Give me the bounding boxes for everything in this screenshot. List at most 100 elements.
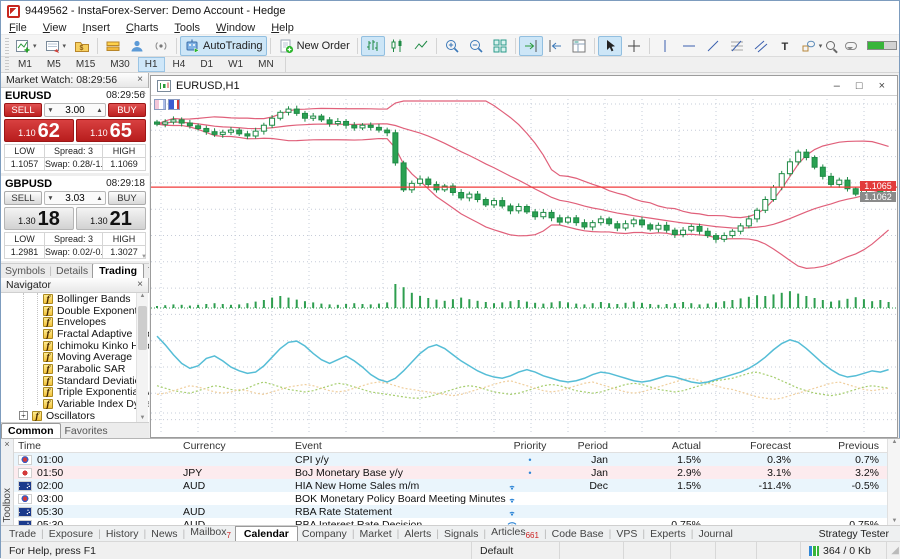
cursor-button[interactable] [598, 36, 622, 56]
tab-calendar[interactable]: Calendar [235, 526, 298, 542]
candles-chart-button[interactable] [385, 36, 409, 56]
text-button[interactable]: T [773, 36, 797, 56]
trendline-button[interactable] [701, 36, 725, 56]
spin-down-icon[interactable]: ▼ [45, 107, 56, 114]
calendar-row[interactable]: 01:50JPYBoJ Monetary Base y/y•Jan2.9%3.1… [14, 466, 887, 479]
tab-company[interactable]: Company [298, 528, 351, 540]
data-window-button[interactable] [567, 36, 591, 56]
zoom-out-button[interactable] [464, 36, 488, 56]
calendar-row[interactable]: 03:00BOK Monetary Policy Board Meeting M… [14, 492, 887, 505]
quick-trade-icon[interactable] [154, 99, 166, 110]
vertical-line-button[interactable] [653, 36, 677, 56]
chart-shift-button[interactable] [543, 36, 567, 56]
timeframe-grip[interactable] [5, 57, 9, 73]
autotrading-button[interactable]: AutoTrading [180, 36, 267, 56]
timeframe-m15[interactable]: M15 [69, 57, 102, 72]
market-money-button[interactable]: $ [70, 36, 94, 56]
scroll-thumb[interactable] [138, 306, 147, 350]
menu-item-charts[interactable]: Charts [118, 22, 166, 34]
timeframe-m1[interactable]: M1 [11, 57, 39, 72]
ask-price[interactable]: 1.1065 [76, 119, 146, 142]
deposit-button[interactable] [101, 36, 125, 56]
spin-up-icon[interactable]: ▲ [94, 195, 105, 202]
tab-journal[interactable]: Journal [694, 528, 736, 540]
calendar-row[interactable]: 05:30AUDRBA Rate Statement [14, 505, 887, 518]
timeframe-mn[interactable]: MN [251, 57, 281, 72]
spin-up-icon[interactable]: ▲ [94, 107, 105, 114]
timeframe-m5[interactable]: M5 [40, 57, 68, 72]
tab-exposure[interactable]: Exposure [45, 528, 97, 540]
tab-articles[interactable]: Articles661 [487, 526, 543, 540]
market-depth-icon[interactable] [168, 99, 180, 110]
minimize-icon[interactable]: – [834, 80, 840, 92]
tab-common[interactable]: Common [1, 423, 61, 438]
close-icon[interactable]: × [137, 280, 143, 290]
profiles-button[interactable]: ▾ [41, 36, 71, 56]
close-icon[interactable]: × [137, 75, 143, 85]
community-button[interactable] [125, 36, 149, 56]
menu-item-view[interactable]: View [35, 22, 75, 34]
calendar-scrollbar[interactable]: ▲ ▼ [887, 439, 900, 525]
chart-area[interactable]: 1.1065 1.1062 [151, 97, 897, 437]
close-icon[interactable]: × [1, 439, 13, 450]
tab-mailbox[interactable]: Mailbox7 [186, 526, 235, 540]
volume-stepper[interactable]: ▼3.00▲ [44, 103, 106, 117]
toolbox-vertical-label[interactable]: Toolbox [2, 488, 13, 522]
menu-item-window[interactable]: Window [208, 22, 263, 34]
volume-stepper[interactable]: ▼3.03▲ [44, 191, 106, 205]
crosshair-button[interactable] [622, 36, 646, 56]
toolbar-grip[interactable] [5, 38, 9, 54]
new-chart-button[interactable]: ▾ [11, 36, 41, 56]
calendar-row[interactable]: 02:00AUDHIA New Home Sales m/mDec1.5%-11… [14, 479, 887, 492]
tab-trading[interactable]: Trading [92, 263, 144, 278]
close-icon[interactable]: × [879, 80, 885, 92]
timeframe-h4[interactable]: H4 [166, 57, 193, 72]
menu-item-help[interactable]: Help [263, 22, 302, 34]
new-order-button[interactable]: New Order [274, 36, 354, 56]
bid-price[interactable]: 1.1062 [4, 119, 74, 142]
chat-icon[interactable] [845, 42, 857, 50]
chart-window-titlebar[interactable]: EURUSD,H1 – □ × [151, 76, 897, 96]
tab-alerts[interactable]: Alerts [400, 528, 435, 540]
navigator-scrollbar[interactable]: ▲ ▼ [136, 293, 148, 422]
spin-down-icon[interactable]: ▼ [45, 195, 56, 202]
scroll-up-icon[interactable]: ▲ [141, 90, 147, 96]
buy-button[interactable]: BUY [108, 103, 146, 117]
price-chart[interactable] [151, 97, 897, 437]
horizontal-line-button[interactable] [677, 36, 701, 56]
calendar-row[interactable]: 05:30AUDRBA Interest Rate Decision0.75%0… [14, 518, 887, 525]
equidistant-channel-button[interactable] [749, 36, 773, 56]
fibonacci-button[interactable] [725, 36, 749, 56]
tab-code-base[interactable]: Code Base [548, 528, 608, 540]
status-profile[interactable]: Default [472, 542, 560, 559]
tab-details[interactable]: Details [52, 264, 92, 278]
shapes-button[interactable]: ▾ [797, 36, 827, 56]
timeframe-m30[interactable]: M30 [103, 57, 136, 72]
timeframe-w1[interactable]: W1 [221, 57, 250, 72]
line-chart-button[interactable] [409, 36, 433, 56]
broadcast-button[interactable] [149, 36, 173, 56]
menu-item-insert[interactable]: Insert [74, 22, 118, 34]
auto-scroll-button[interactable] [519, 36, 543, 56]
scroll-down-icon[interactable]: ▼ [141, 254, 147, 260]
menu-item-tools[interactable]: Tools [166, 22, 208, 34]
resize-grip[interactable]: ◢ [887, 545, 900, 556]
tab-symbols[interactable]: Symbols [1, 264, 49, 278]
tab-market[interactable]: Market [356, 528, 396, 540]
status-traffic[interactable]: 364 / 0 Kb [801, 542, 887, 559]
bid-price[interactable]: 1.3018 [4, 207, 74, 230]
sell-button[interactable]: SELL [4, 103, 42, 117]
tab-history[interactable]: History [102, 528, 143, 540]
calendar-row[interactable]: 01:00CPI y/y•Jan1.5%0.3%0.7% [14, 453, 887, 466]
timeframe-d1[interactable]: D1 [193, 57, 220, 72]
tab-news[interactable]: News [147, 528, 181, 540]
search-icon[interactable] [826, 41, 835, 50]
ask-price[interactable]: 1.3021 [76, 207, 146, 230]
strategy-tester-label[interactable]: Strategy Tester [819, 528, 897, 540]
zoom-in-button[interactable] [440, 36, 464, 56]
scroll-up-icon[interactable]: ▲ [140, 293, 146, 299]
sell-button[interactable]: SELL [4, 191, 42, 205]
scroll-down-icon[interactable]: ▼ [888, 518, 900, 524]
tab-trade[interactable]: Trade [5, 528, 40, 540]
tab-favorites[interactable]: Favorites [61, 424, 112, 438]
